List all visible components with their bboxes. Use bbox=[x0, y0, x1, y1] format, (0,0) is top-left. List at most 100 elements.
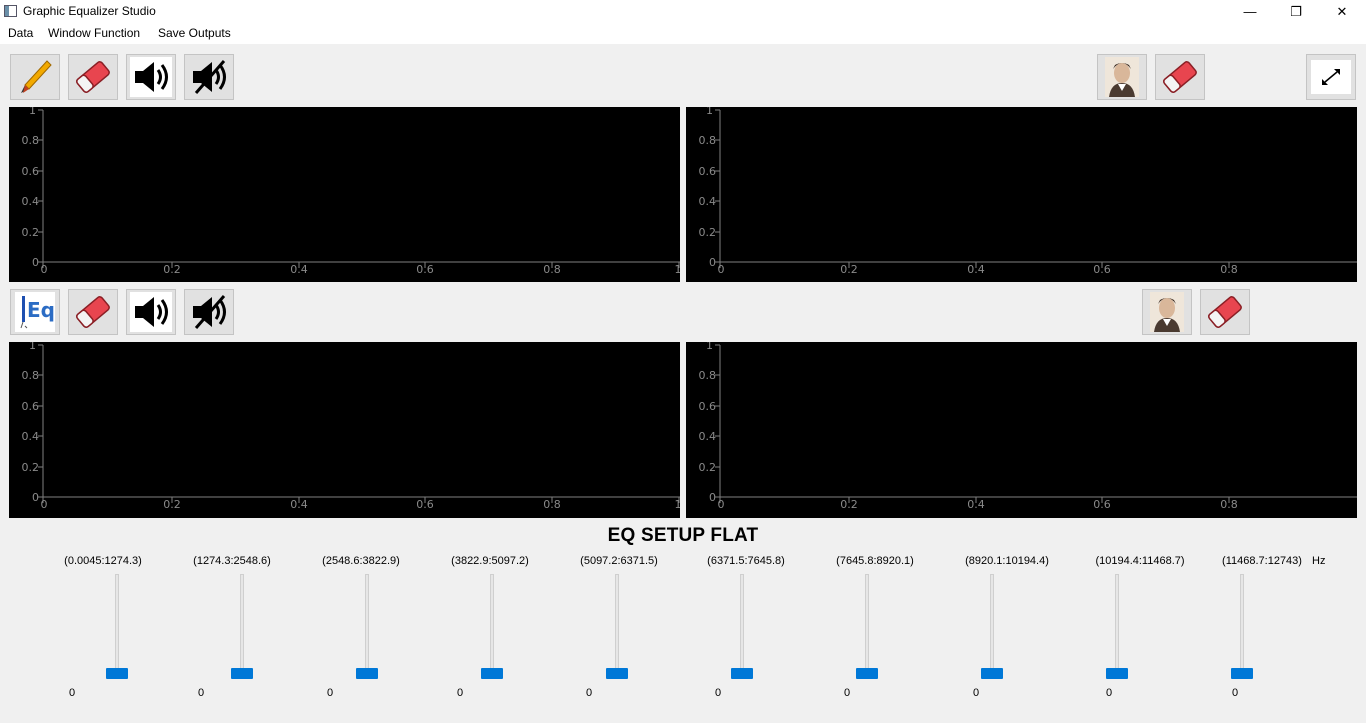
band-slider-handle[interactable] bbox=[231, 668, 253, 679]
x-tick: 0.4 bbox=[967, 263, 985, 276]
y-tick: 0.4 bbox=[22, 195, 40, 208]
band-value: 0 bbox=[198, 687, 205, 699]
band-slider-track[interactable] bbox=[1115, 574, 1119, 678]
play-output-button[interactable] bbox=[126, 289, 176, 335]
output-time-plot[interactable]: 1 0.8 0.6 0.4 0.2 0 0 0.2 0.4 0.6 0.8 1 bbox=[9, 342, 680, 518]
band-slider-handle[interactable] bbox=[1231, 668, 1253, 679]
x-tick: 0 bbox=[718, 498, 725, 511]
band-range-label: (6371.5:7645.8) bbox=[707, 555, 785, 567]
y-tick: 0.6 bbox=[699, 165, 717, 178]
output-fourier-plot-axes: 1 0.8 0.6 0.4 0.2 0 0 0.2 0.4 0.6 0.8 bbox=[699, 342, 1357, 511]
y-tick: 1 bbox=[29, 342, 36, 352]
x-tick: 0 bbox=[718, 263, 725, 276]
minimize-button[interactable]: — bbox=[1227, 0, 1273, 23]
y-tick: 0.4 bbox=[22, 430, 40, 443]
y-tick: 1 bbox=[706, 342, 713, 352]
band-range-label: (10194.4:11468.7) bbox=[1095, 555, 1185, 567]
speaker-icon bbox=[130, 292, 172, 332]
band-range-label: (1274.3:2548.6) bbox=[193, 555, 271, 567]
expand-button[interactable] bbox=[1306, 54, 1356, 100]
band-slider-handle[interactable] bbox=[856, 668, 878, 679]
band-slider-track[interactable] bbox=[990, 574, 994, 678]
band-slider-track[interactable] bbox=[865, 574, 869, 678]
input-fourier-plot-axes: 1 0.8 0.6 0.4 0.2 0 0 0.2 0.4 0.6 0.8 bbox=[699, 107, 1357, 276]
band-slider-handle[interactable] bbox=[1106, 668, 1128, 679]
band-slider-track[interactable] bbox=[115, 574, 119, 678]
input-time-plot[interactable]: 1 0.8 0.6 0.4 0.2 0 0 0.2 0.4 0.6 0.8 1 bbox=[9, 107, 680, 282]
x-tick: 0.4 bbox=[290, 263, 308, 276]
clear-output-fourier-button[interactable] bbox=[1200, 289, 1250, 335]
stop-output-button[interactable] bbox=[184, 289, 234, 335]
band-range-label: (7645.8:8920.1) bbox=[836, 555, 914, 567]
y-tick: 0.8 bbox=[699, 369, 717, 382]
menu-save-outputs[interactable]: Save Outputs bbox=[158, 26, 231, 40]
x-tick: 0.6 bbox=[1093, 263, 1111, 276]
x-tick: 0.2 bbox=[840, 263, 858, 276]
clear-fourier-button[interactable] bbox=[1155, 54, 1205, 100]
equalize-button[interactable]: Eq bbox=[10, 289, 60, 335]
fourier-portrait-icon bbox=[1150, 292, 1184, 332]
window-title: Graphic Equalizer Studio bbox=[23, 4, 156, 18]
band-value: 0 bbox=[327, 687, 334, 699]
restore-button[interactable]: ❐ bbox=[1273, 0, 1319, 23]
fourier-input-button[interactable] bbox=[1097, 54, 1147, 100]
x-tick: 0 bbox=[41, 498, 48, 511]
eraser-icon bbox=[1208, 296, 1242, 328]
band-slider-track[interactable] bbox=[1240, 574, 1244, 678]
y-tick: 0.2 bbox=[22, 461, 40, 474]
eraser-icon bbox=[1163, 61, 1197, 93]
x-tick: 0.6 bbox=[416, 498, 434, 511]
x-tick: 0.4 bbox=[967, 498, 985, 511]
menu-bar: Data Window Function Save Outputs bbox=[0, 23, 1366, 44]
eq-title: EQ SETUP FLAT bbox=[607, 525, 759, 546]
band-slider-handle[interactable] bbox=[356, 668, 378, 679]
band-value: 0 bbox=[586, 687, 593, 699]
band-slider-track[interactable] bbox=[365, 574, 369, 678]
band-value: 0 bbox=[1232, 687, 1239, 699]
y-tick: 0 bbox=[709, 491, 716, 504]
band-slider-track[interactable] bbox=[740, 574, 744, 678]
band-slider-track[interactable] bbox=[615, 574, 619, 678]
y-tick: 1 bbox=[29, 107, 36, 117]
input-fourier-plot[interactable]: 1 0.8 0.6 0.4 0.2 0 0 0.2 0.4 0.6 0.8 bbox=[686, 107, 1357, 282]
y-tick: 0 bbox=[709, 256, 716, 269]
draw-button[interactable] bbox=[10, 54, 60, 100]
y-tick: 0.4 bbox=[699, 430, 717, 443]
band-slider-handle[interactable] bbox=[481, 668, 503, 679]
band-slider-handle[interactable] bbox=[106, 668, 128, 679]
band-range-label: (5097.2:6371.5) bbox=[580, 555, 658, 567]
y-tick: 0.6 bbox=[22, 165, 40, 178]
y-tick: 0.6 bbox=[22, 400, 40, 413]
x-tick: 0.6 bbox=[416, 263, 434, 276]
eraser-icon bbox=[76, 296, 110, 328]
y-tick: 1 bbox=[706, 107, 713, 117]
band-range-label: (8920.1:10194.4) bbox=[965, 555, 1049, 567]
band-slider-track[interactable] bbox=[240, 574, 244, 678]
svg-text:Eq: Eq bbox=[27, 298, 55, 322]
band-slider-handle[interactable] bbox=[981, 668, 1003, 679]
band-slider-handle[interactable] bbox=[606, 668, 628, 679]
band-slider-handle[interactable] bbox=[731, 668, 753, 679]
title-bar: Graphic Equalizer Studio — ❐ ✕ bbox=[0, 0, 1366, 23]
fourier-output-button[interactable] bbox=[1142, 289, 1192, 335]
y-tick: 0.6 bbox=[699, 400, 717, 413]
y-tick: 0 bbox=[32, 491, 39, 504]
clear-input-button[interactable] bbox=[68, 54, 118, 100]
input-time-plot-axes: 1 0.8 0.6 0.4 0.2 0 0 0.2 0.4 0.6 0.8 1 bbox=[22, 107, 680, 276]
stop-input-button[interactable] bbox=[184, 54, 234, 100]
expand-icon bbox=[1311, 60, 1351, 94]
band-value: 0 bbox=[1106, 687, 1113, 699]
output-fourier-plot[interactable]: 1 0.8 0.6 0.4 0.2 0 0 0.2 0.4 0.6 0.8 bbox=[686, 342, 1357, 518]
band-slider-track[interactable] bbox=[490, 574, 494, 678]
menu-data[interactable]: Data bbox=[8, 26, 33, 40]
clear-output-button[interactable] bbox=[68, 289, 118, 335]
x-tick: 0.8 bbox=[1220, 263, 1238, 276]
y-tick: 0.8 bbox=[22, 134, 40, 147]
fourier-portrait-icon bbox=[1105, 57, 1139, 97]
menu-window-function[interactable]: Window Function bbox=[48, 26, 140, 40]
close-button[interactable]: ✕ bbox=[1319, 0, 1365, 23]
play-input-button[interactable] bbox=[126, 54, 176, 100]
x-tick: 0.4 bbox=[290, 498, 308, 511]
eq-icon: Eq bbox=[15, 292, 55, 332]
hz-unit-label: Hz bbox=[1312, 555, 1326, 567]
